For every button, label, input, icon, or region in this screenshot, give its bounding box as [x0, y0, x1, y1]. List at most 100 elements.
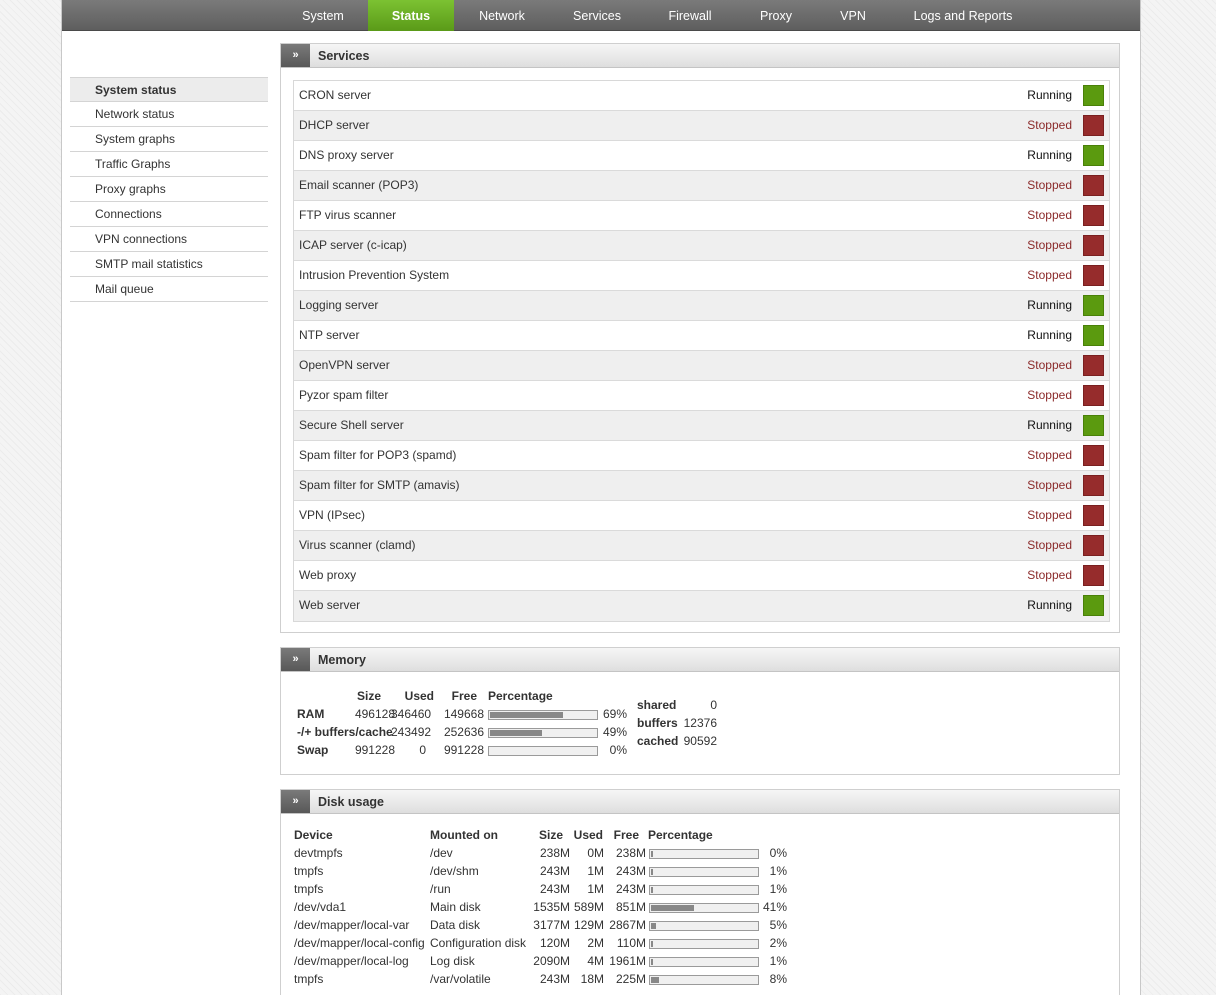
service-name: Spam filter for POP3 (spamd) [299, 448, 457, 462]
service-status-indicator-icon [1083, 325, 1104, 346]
sidebar-item-traffic-graphs[interactable]: Traffic Graphs [70, 152, 268, 177]
nav-tab-proxy[interactable]: Proxy [747, 0, 805, 31]
disk-row-device: tmpfs [294, 864, 324, 878]
service-status-text: Stopped [1027, 538, 1072, 552]
nav-tab-logs-and-reports[interactable]: Logs and Reports [903, 0, 1023, 31]
service-status-indicator-icon [1083, 535, 1104, 556]
nav-tab-services[interactable]: Services [559, 0, 635, 31]
disk-usage-bar-fill [651, 887, 653, 893]
service-status-indicator-icon [1083, 475, 1104, 496]
memory-header-free: Free [451, 689, 477, 703]
services-panel-title: Services [318, 49, 370, 63]
service-status-indicator-icon [1083, 445, 1104, 466]
disk-row-percentage: 1% [769, 954, 787, 968]
service-row: Email scanner (POP3) Stopped [294, 171, 1109, 201]
memory-row-size: 991228 [354, 743, 395, 757]
sidebar-item-vpn-connections[interactable]: VPN connections [70, 227, 268, 252]
nav-tab-status[interactable]: Status [368, 0, 454, 31]
disk-row-device: /dev/mapper/local-log [294, 954, 409, 968]
memory-row-free: 252636 [443, 725, 484, 739]
sidebar-item-connections[interactable]: Connections [70, 202, 268, 227]
service-row: Virus scanner (clamd) Stopped [294, 531, 1109, 561]
disk-usage-panel-title: Disk usage [318, 795, 385, 809]
service-status-indicator-icon [1083, 235, 1104, 256]
memory-panel-header: » Memory [281, 648, 1119, 672]
collapse-toggle-icon[interactable]: » [281, 648, 310, 671]
service-name: Email scanner (POP3) [299, 178, 419, 192]
service-status-indicator-icon [1083, 385, 1104, 406]
disk-row-device: /dev/mapper/local-config [294, 936, 425, 950]
nav-tab-system[interactable]: System [290, 0, 356, 31]
service-name: VPN (IPsec) [299, 508, 366, 522]
sidebar-item-system-status[interactable]: System status [70, 77, 268, 102]
sidebar-item-smtp-mail-statistics[interactable]: SMTP mail statistics [70, 252, 268, 277]
service-row: Pyzor spam filter Stopped [294, 381, 1109, 411]
service-row: Intrusion Prevention System Stopped [294, 261, 1109, 291]
disk-row-size: 3177M [533, 918, 570, 932]
disk-row-device: /dev/vda1 [294, 900, 347, 914]
memory-row-label: Swap [297, 743, 329, 757]
service-status-text: Stopped [1027, 568, 1072, 582]
disk-row-used: 589M [573, 900, 604, 914]
disk-row-free: 243M [615, 882, 646, 896]
memory-usage-bar-fill [490, 712, 564, 718]
disk-row-percentage: 0% [769, 846, 787, 860]
disk-usage-panel-header: » Disk usage [281, 790, 1119, 814]
service-row: DNS proxy server Running [294, 141, 1109, 171]
nav-tab-firewall[interactable]: Firewall [655, 0, 725, 31]
service-status-text: Running [1027, 88, 1072, 102]
disk-usage-bar [649, 921, 759, 931]
service-status-text: Running [1027, 328, 1072, 342]
service-name: Intrusion Prevention System [299, 268, 450, 282]
disk-header-device: Device [294, 828, 333, 842]
disk-row-size: 238M [539, 846, 570, 860]
service-status-text: Stopped [1027, 358, 1072, 372]
disk-usage-bar [649, 903, 759, 913]
disk-row-device: tmpfs [294, 972, 324, 986]
disk-row-free: 225M [615, 972, 646, 986]
service-name: Logging server [299, 298, 379, 312]
service-name: ICAP server (c-icap) [299, 238, 407, 252]
service-name: OpenVPN server [299, 358, 390, 372]
disk-row-used: 4M [587, 954, 604, 968]
disk-row-device: tmpfs [294, 882, 324, 896]
disk-usage-bar [649, 849, 759, 859]
service-name: Spam filter for SMTP (amavis) [299, 478, 460, 492]
disk-usage-bar [649, 939, 759, 949]
service-name: Virus scanner (clamd) [299, 538, 416, 552]
memory-usage-bar [488, 728, 598, 738]
service-name: Secure Shell server [299, 418, 404, 432]
service-status-text: Running [1027, 418, 1072, 432]
service-status-indicator-icon [1083, 295, 1104, 316]
disk-header-percentage: Percentage [648, 828, 713, 842]
memory-row-percentage: 49% [602, 725, 627, 739]
services-panel: » Services CRON server Running DHCP server… [280, 43, 1120, 633]
disk-usage-bar-fill [651, 977, 660, 983]
service-row: NTP server Running [294, 321, 1109, 351]
sidebar-item-proxy-graphs[interactable]: Proxy graphs [70, 177, 268, 202]
memory-usage-bar [488, 746, 598, 756]
memory-usage-bar-fill [490, 730, 542, 736]
nav-tab-network[interactable]: Network [467, 0, 537, 31]
sidebar-item-mail-queue[interactable]: Mail queue [70, 277, 268, 302]
memory-header-used: Used [404, 689, 434, 703]
memory-row-used: 243492 [391, 725, 432, 739]
disk-row-free: 243M [615, 864, 646, 878]
disk-row-free: 238M [615, 846, 646, 860]
collapse-toggle-icon[interactable]: » [281, 790, 310, 813]
service-status-text: Running [1027, 298, 1072, 312]
disk-row-mounted-on: /var/volatile [430, 972, 491, 986]
nav-tab-vpn[interactable]: VPN [827, 0, 879, 31]
memory-extra-value: 0 [710, 698, 717, 712]
memory-extra-value: 90592 [683, 734, 717, 748]
services-table: CRON server Running DHCP server Stopped DNS … [293, 80, 1110, 622]
disk-row-used: 2M [587, 936, 604, 950]
service-status-text: Stopped [1027, 388, 1072, 402]
sidebar-item-network-status[interactable]: Network status [70, 102, 268, 127]
collapse-toggle-icon[interactable]: » [281, 44, 310, 67]
disk-row-used: 18M [580, 972, 604, 986]
memory-header-percentage: Percentage [488, 689, 553, 703]
sidebar-item-system-graphs[interactable]: System graphs [70, 127, 268, 152]
service-status-indicator-icon [1083, 145, 1104, 166]
service-status-text: Stopped [1027, 178, 1072, 192]
